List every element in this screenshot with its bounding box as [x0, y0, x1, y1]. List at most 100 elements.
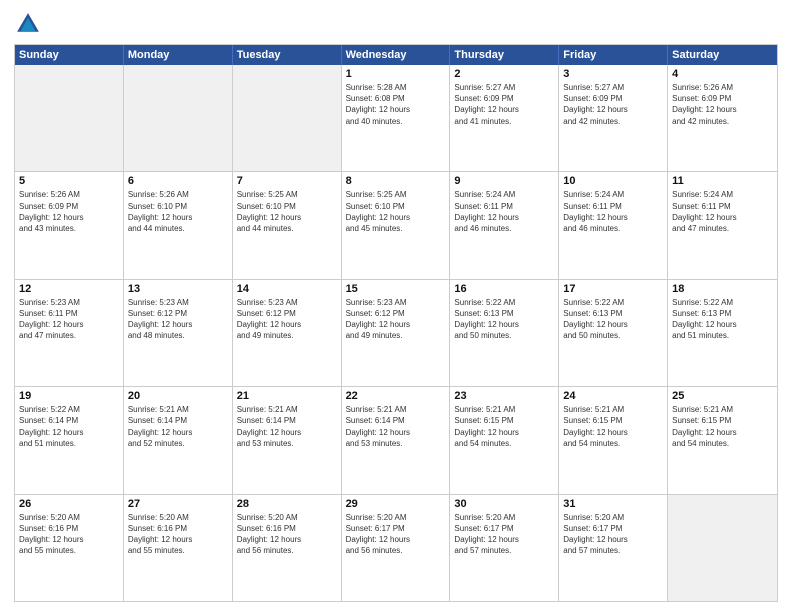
calendar-cell: 10Sunrise: 5:24 AMSunset: 6:11 PMDayligh…	[559, 172, 668, 278]
cell-info-line: Daylight: 12 hours	[346, 319, 446, 330]
cell-info-line: and 56 minutes.	[346, 545, 446, 556]
calendar-cell: 20Sunrise: 5:21 AMSunset: 6:14 PMDayligh…	[124, 387, 233, 493]
cell-info-line: and 54 minutes.	[672, 438, 773, 449]
cell-info-line: Sunrise: 5:27 AM	[563, 82, 663, 93]
cell-info-line: Daylight: 12 hours	[672, 212, 773, 223]
calendar-cell	[124, 65, 233, 171]
header-day-sunday: Sunday	[15, 45, 124, 65]
calendar-cell: 18Sunrise: 5:22 AMSunset: 6:13 PMDayligh…	[668, 280, 777, 386]
calendar-cell: 12 Sunrise: 5:23 AMSunset: 6:11 PMDayligh…	[15, 280, 124, 386]
cell-info-line: Sunrise: 5:24 AM	[454, 189, 554, 200]
day-number: 31	[563, 498, 663, 510]
cell-info-line: Sunrise: 5:27 AM	[454, 82, 554, 93]
cell-info-line: Sunrise: 5:24 AM	[563, 189, 663, 200]
cell-info-line: Sunrise: 5:26 AM	[19, 189, 119, 200]
cell-info-line: Daylight: 12 hours	[128, 319, 228, 330]
cell-info-line: Daylight: 12 hours	[672, 104, 773, 115]
cell-info-line: Sunset: 6:08 PM	[346, 93, 446, 104]
cell-info-line: Daylight: 12 hours	[128, 212, 228, 223]
cell-info-line: Sunrise: 5:22 AM	[19, 404, 119, 415]
cell-info-line: Sunset: 6:17 PM	[346, 523, 446, 534]
calendar-cell: 21Sunrise: 5:21 AMSunset: 6:14 PMDayligh…	[233, 387, 342, 493]
cell-info-line: Daylight: 12 hours	[19, 427, 119, 438]
cell-info-line: Daylight: 12 hours	[346, 534, 446, 545]
cell-info-line: Sunrise: 5:21 AM	[237, 404, 337, 415]
day-number: 12	[19, 283, 119, 295]
cell-info-line: and 49 minutes.	[346, 330, 446, 341]
calendar-cell: 2Sunrise: 5:27 AMSunset: 6:09 PMDaylight…	[450, 65, 559, 171]
cell-info-line: Sunrise: 5:28 AM	[346, 82, 446, 93]
cell-info-line: Sunset: 6:10 PM	[237, 201, 337, 212]
cell-info-line: and 44 minutes.	[128, 223, 228, 234]
cell-info-line: Sunset: 6:16 PM	[128, 523, 228, 534]
week-row-1: 1Sunrise: 5:28 AMSunset: 6:08 PMDaylight…	[15, 65, 777, 172]
cell-info-line: and 51 minutes.	[672, 330, 773, 341]
calendar-cell: 16Sunrise: 5:22 AMSunset: 6:13 PMDayligh…	[450, 280, 559, 386]
calendar-cell: 31Sunrise: 5:20 AMSunset: 6:17 PMDayligh…	[559, 495, 668, 601]
cell-info-line: Daylight: 12 hours	[237, 319, 337, 330]
cell-info-line: Daylight: 12 hours	[454, 319, 554, 330]
cell-info-line: and 42 minutes.	[563, 116, 663, 127]
cell-info-line: Sunrise: 5:20 AM	[454, 512, 554, 523]
day-number: 28	[237, 498, 337, 510]
day-number: 17	[563, 283, 663, 295]
cell-info-line: Sunrise: 5:20 AM	[563, 512, 663, 523]
cell-info-line: Sunset: 6:14 PM	[19, 415, 119, 426]
cell-info-line: Daylight: 12 hours	[563, 534, 663, 545]
calendar-cell: 1Sunrise: 5:28 AMSunset: 6:08 PMDaylight…	[342, 65, 451, 171]
cell-info-line: Sunset: 6:10 PM	[346, 201, 446, 212]
cell-info-line: Daylight: 12 hours	[563, 319, 663, 330]
cell-info-line: and 46 minutes.	[454, 223, 554, 234]
day-number: 13	[128, 283, 228, 295]
cell-info-line: Sunset: 6:10 PM	[128, 201, 228, 212]
day-number: 24	[563, 390, 663, 402]
calendar-cell: 9Sunrise: 5:24 AMSunset: 6:11 PMDaylight…	[450, 172, 559, 278]
day-number: 27	[128, 498, 228, 510]
cell-info-line: Daylight: 12 hours	[454, 534, 554, 545]
calendar-cell: 17Sunrise: 5:22 AMSunset: 6:13 PMDayligh…	[559, 280, 668, 386]
cell-info-line: Daylight: 12 hours	[563, 427, 663, 438]
cell-info-line: and 56 minutes.	[237, 545, 337, 556]
calendar-cell: 14Sunrise: 5:23 AMSunset: 6:12 PMDayligh…	[233, 280, 342, 386]
cell-info-line: Daylight: 12 hours	[454, 427, 554, 438]
cell-info-line: Sunset: 6:16 PM	[237, 523, 337, 534]
calendar-cell: 28Sunrise: 5:20 AMSunset: 6:16 PMDayligh…	[233, 495, 342, 601]
cell-info-line: Sunset: 6:11 PM	[672, 201, 773, 212]
logo-icon	[14, 10, 42, 38]
cell-info-line: and 45 minutes.	[346, 223, 446, 234]
cell-info-line: Daylight: 12 hours	[19, 319, 119, 330]
calendar-cell: 11Sunrise: 5:24 AMSunset: 6:11 PMDayligh…	[668, 172, 777, 278]
calendar-cell: 3Sunrise: 5:27 AMSunset: 6:09 PMDaylight…	[559, 65, 668, 171]
cell-info-line: and 42 minutes.	[672, 116, 773, 127]
cell-info-line: Sunset: 6:09 PM	[19, 201, 119, 212]
calendar-cell: 22Sunrise: 5:21 AMSunset: 6:14 PMDayligh…	[342, 387, 451, 493]
cell-info-line: Sunrise: 5:21 AM	[672, 404, 773, 415]
cell-info-line: Sunset: 6:14 PM	[128, 415, 228, 426]
day-number: 8	[346, 175, 446, 187]
cell-info-line: Sunrise: 5:23 AM	[19, 297, 119, 308]
day-number: 14	[237, 283, 337, 295]
cell-info-line: Sunset: 6:13 PM	[563, 308, 663, 319]
cell-info-line: and 51 minutes.	[19, 438, 119, 449]
day-number: 20	[128, 390, 228, 402]
logo	[14, 10, 46, 38]
cell-info-line: Sunrise: 5:26 AM	[128, 189, 228, 200]
week-row-5: 26Sunrise: 5:20 AMSunset: 6:16 PMDayligh…	[15, 495, 777, 601]
cell-info-line: Sunset: 6:11 PM	[19, 308, 119, 319]
day-number: 15	[346, 283, 446, 295]
cell-info-line: Sunset: 6:15 PM	[672, 415, 773, 426]
cell-info-line: Daylight: 12 hours	[19, 534, 119, 545]
header-day-wednesday: Wednesday	[342, 45, 451, 65]
calendar-cell: 13Sunrise: 5:23 AMSunset: 6:12 PMDayligh…	[124, 280, 233, 386]
header-day-thursday: Thursday	[450, 45, 559, 65]
day-number: 9	[454, 175, 554, 187]
header-day-monday: Monday	[124, 45, 233, 65]
calendar-cell	[15, 65, 124, 171]
cell-info-line: and 55 minutes.	[19, 545, 119, 556]
cell-info-line: Sunset: 6:14 PM	[237, 415, 337, 426]
week-row-2: 5Sunrise: 5:26 AMSunset: 6:09 PMDaylight…	[15, 172, 777, 279]
calendar-cell: 29Sunrise: 5:20 AMSunset: 6:17 PMDayligh…	[342, 495, 451, 601]
cell-info-line: Sunset: 6:12 PM	[128, 308, 228, 319]
cell-info-line: Sunrise: 5:25 AM	[237, 189, 337, 200]
cell-info-line: and 49 minutes.	[237, 330, 337, 341]
